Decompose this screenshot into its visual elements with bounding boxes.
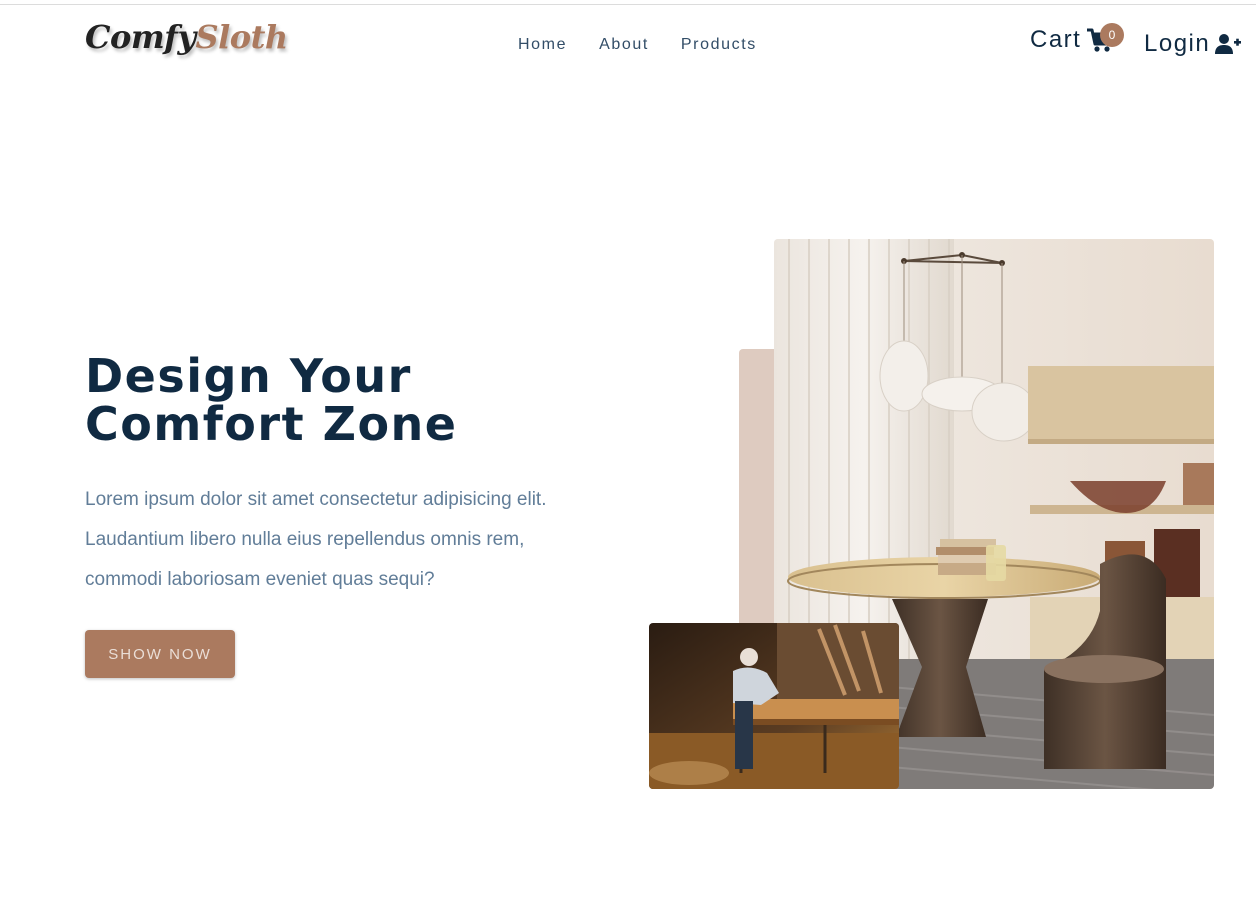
login-button[interactable]: Login (1144, 30, 1242, 58)
hero-description: Lorem ipsum dolor sit amet consectetur a… (85, 489, 547, 590)
nav-link-products[interactable]: Products (681, 36, 757, 54)
nav-links: Home About Products (518, 36, 757, 54)
top-border (0, 4, 1256, 5)
user-plus-icon (1215, 34, 1242, 54)
accent-block (739, 349, 779, 639)
hero-accent-image (649, 623, 899, 789)
nav-link-home[interactable]: Home (518, 36, 567, 54)
logo[interactable]: ComfySloth (85, 18, 288, 56)
logo-part-comfy: Comfy (85, 18, 196, 56)
shop-now-button[interactable]: SHOW NOW (85, 630, 235, 678)
hero-title-line1: Design Your (85, 349, 412, 403)
hero-title: Design Your Comfort Zone (85, 352, 605, 448)
hero-title-line2: Comfort Zone (85, 397, 458, 451)
cart-count-badge: 0 (1100, 23, 1124, 47)
logo-part-sloth: Sloth (195, 18, 289, 56)
cart-label: Cart (1030, 26, 1082, 53)
nav-link-about[interactable]: About (599, 36, 649, 54)
login-label: Login (1144, 30, 1211, 57)
